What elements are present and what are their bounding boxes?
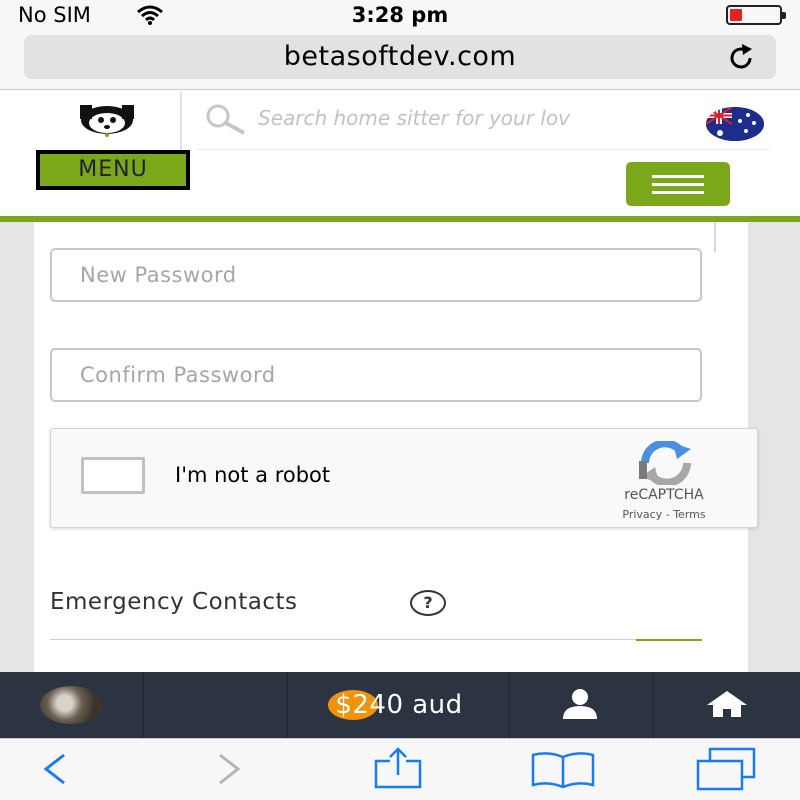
user-icon[interactable] [560, 688, 600, 724]
forward-icon[interactable] [214, 751, 244, 791]
browser-address-bar: betasoftdev.com [0, 30, 800, 90]
status-bar: No SIM 3:28 pm [0, 0, 800, 30]
section-divider [50, 639, 636, 640]
clock: 3:28 pm [351, 3, 449, 27]
menu-label[interactable]: MENU [36, 150, 190, 190]
section-divider-accent [636, 639, 702, 641]
recaptcha-brand: reCAPTCHA [624, 487, 704, 503]
search-underline [196, 149, 770, 150]
emergency-contacts-heading: Emergency Contacts [50, 589, 298, 615]
account-cell[interactable] [510, 672, 654, 738]
profile-cell[interactable] [0, 672, 144, 738]
site-header: MENU [0, 91, 800, 219]
card-edge [714, 222, 716, 252]
recaptcha-checkbox[interactable] [81, 457, 145, 494]
help-icon[interactable]: ? [410, 590, 446, 616]
new-password-field[interactable] [50, 248, 702, 302]
home-icon[interactable] [706, 690, 748, 722]
url-field[interactable]: betasoftdev.com [24, 35, 776, 79]
search-icon[interactable] [202, 103, 248, 139]
recaptcha-privacy-terms-link[interactable]: Privacy - Terms [591, 508, 737, 521]
balance-cell[interactable]: $240 aud [288, 672, 510, 738]
confirm-password-field[interactable] [50, 348, 702, 402]
avatar[interactable] [40, 686, 102, 724]
home-cell[interactable] [654, 672, 800, 738]
app-bottom-bar: $240 aud [0, 672, 800, 738]
header-divider [180, 91, 182, 151]
bookmarks-icon[interactable] [530, 751, 596, 793]
status-cell[interactable] [144, 672, 378, 738]
balance-amount[interactable]: $240 aud [288, 690, 510, 720]
tabs-icon[interactable] [696, 747, 758, 795]
recaptcha-widget: I'm not a robot reCAPTCHA Privacy - Term… [50, 428, 758, 528]
hamburger-menu-button[interactable] [626, 162, 730, 206]
recaptcha-label: I'm not a robot [175, 463, 331, 487]
url-text: betasoftdev.com [283, 41, 517, 72]
reload-icon[interactable] [726, 43, 756, 77]
australia-flag-icon[interactable] [706, 107, 764, 141]
share-icon[interactable] [372, 747, 424, 793]
back-icon[interactable] [40, 751, 70, 791]
search-input[interactable] [258, 101, 648, 135]
safari-toolbar [0, 738, 800, 800]
site-logo[interactable] [76, 103, 138, 137]
recaptcha-logo-icon [629, 439, 703, 489]
battery-icon [726, 5, 786, 25]
